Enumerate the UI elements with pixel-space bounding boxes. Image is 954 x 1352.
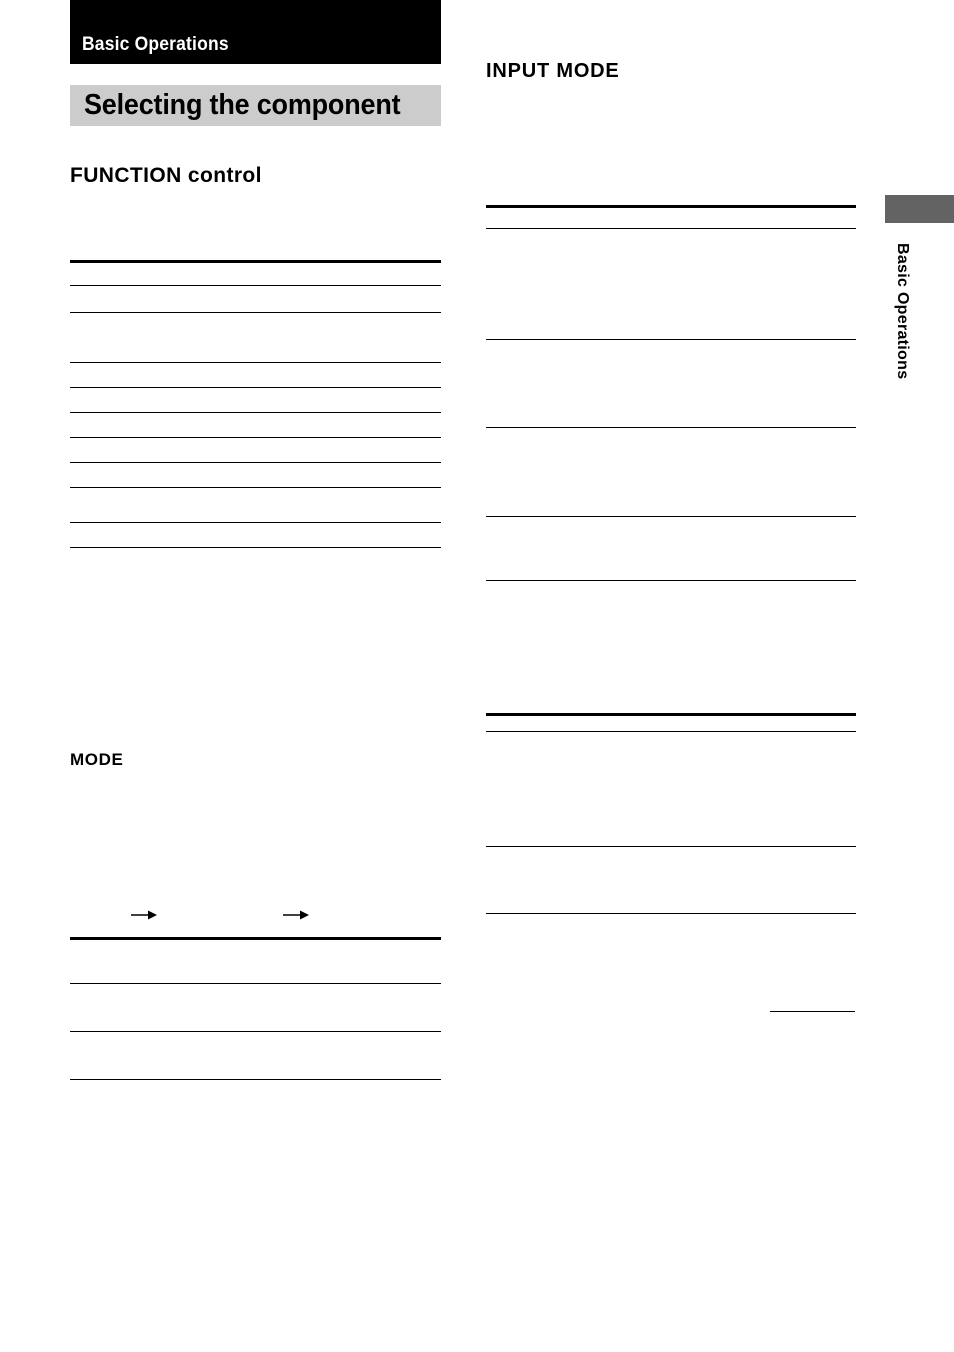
heading-input-mode: INPUT MODE — [486, 60, 620, 82]
table-rule — [70, 437, 441, 438]
arrow-right-icon — [131, 908, 157, 922]
table-rule — [486, 731, 856, 732]
page-title: Selecting the component — [84, 89, 401, 121]
table-rule-header — [70, 260, 441, 263]
table-rule — [70, 1031, 441, 1032]
table-rule — [70, 1079, 441, 1080]
table-rule — [70, 983, 441, 984]
table-rule — [486, 913, 856, 914]
table-rule — [70, 312, 441, 313]
table-rule-header — [486, 205, 856, 208]
side-tab-marker — [885, 195, 954, 223]
chapter-bar: Basic Operations — [70, 0, 441, 64]
table-rule — [70, 487, 441, 488]
arrow-right-icon — [283, 908, 309, 922]
heading-mode: MODE — [70, 750, 124, 769]
table-rule — [486, 846, 856, 847]
heading-function-control: FUNCTION control — [70, 164, 262, 187]
table-rule — [70, 362, 441, 363]
table-rule — [486, 516, 856, 517]
table-rule — [70, 285, 441, 286]
table-rule — [70, 387, 441, 388]
manual-page: Basic Operations Selecting the component… — [0, 0, 954, 1352]
table-rule — [70, 462, 441, 463]
chapter-bar-label: Basic Operations — [82, 34, 229, 55]
table-rule — [486, 339, 856, 340]
table-rule — [486, 228, 856, 229]
table-rule — [486, 427, 856, 428]
table-rule — [486, 580, 856, 581]
table-rule-header — [70, 937, 441, 940]
footnote-rule — [770, 1011, 855, 1012]
section-title-banner: Selecting the component — [70, 85, 441, 126]
side-tab-label: Basic Operations — [894, 243, 911, 380]
table-rule — [70, 547, 441, 548]
table-rule-header — [486, 713, 856, 716]
table-rule — [70, 522, 441, 523]
table-rule — [70, 412, 441, 413]
